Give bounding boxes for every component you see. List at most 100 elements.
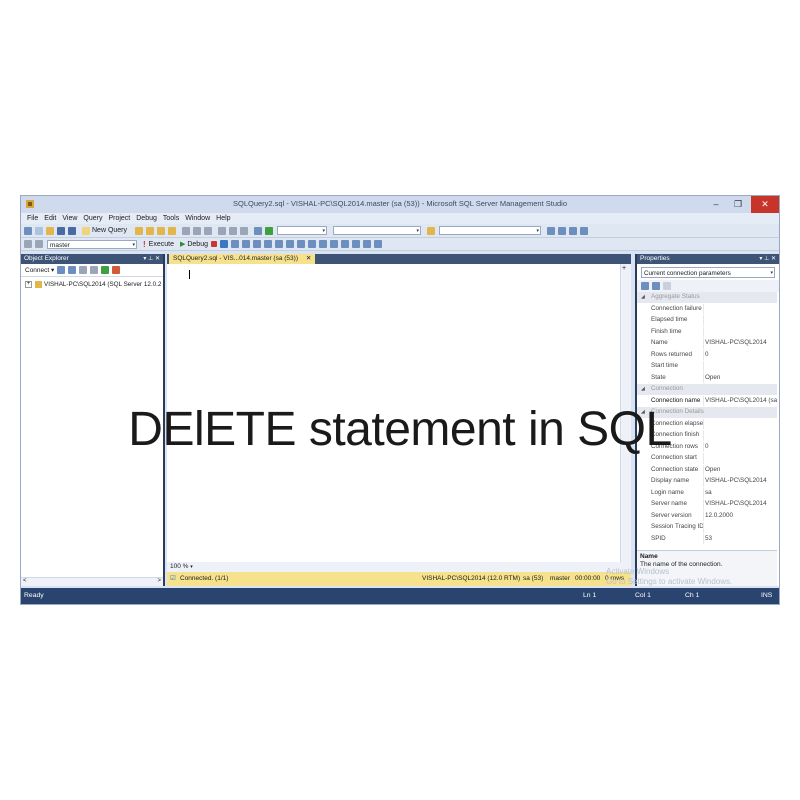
analysis-query-icon[interactable] <box>146 226 155 235</box>
toolbar-options-icon[interactable] <box>580 226 589 235</box>
connect-server-icon[interactable] <box>57 266 66 274</box>
uncomment-icon[interactable] <box>341 240 349 248</box>
properties-object-select[interactable]: Current connection parameters ▾ <box>641 267 775 278</box>
open-file-icon[interactable] <box>46 226 54 235</box>
property-row[interactable]: Display name VISHAL-PC\SQL2014 <box>637 476 777 487</box>
connect-dropdown[interactable]: Connect ▾ <box>25 266 54 274</box>
property-row[interactable]: Server name VISHAL-PC\SQL2014 <box>637 499 777 510</box>
results-text-icon[interactable] <box>297 240 305 248</box>
property-row[interactable]: State Open <box>637 372 777 384</box>
property-pages-icon[interactable] <box>663 282 671 290</box>
property-row[interactable]: SPID 53 <box>637 533 777 545</box>
display-plan-icon[interactable] <box>231 240 239 248</box>
property-row[interactable]: Server version 12.0.2000 <box>637 510 777 522</box>
maximize-button[interactable]: ❐ <box>727 196 749 213</box>
config-combo[interactable]: ▾ <box>277 226 328 235</box>
categorized-icon[interactable] <box>641 282 649 290</box>
mdx-query-icon[interactable] <box>157 226 166 235</box>
property-row[interactable]: Rows returned 0 <box>637 349 777 361</box>
db-engine-query-icon[interactable] <box>135 226 144 235</box>
panel-pin-icon[interactable]: ▾ ⊥ ✕ <box>143 254 160 264</box>
dmx-query-icon[interactable] <box>168 226 177 235</box>
add-item-icon[interactable] <box>35 226 43 235</box>
tab-sqlquery2[interactable]: SQLQuery2.sql - VIS...014.master (sa (53… <box>169 254 316 264</box>
property-row[interactable]: Elapsed time <box>637 315 777 326</box>
execute-button[interactable]: ! Execute <box>143 240 174 249</box>
menu-tools[interactable]: Tools <box>163 215 179 222</box>
property-name: Server name <box>651 500 688 507</box>
paste-icon[interactable] <box>204 226 213 235</box>
decrease-indent-icon[interactable] <box>352 240 360 248</box>
menu-project[interactable]: Project <box>108 215 130 222</box>
include-plan-icon[interactable] <box>275 240 283 248</box>
property-row[interactable]: Start time <box>637 361 777 372</box>
property-row[interactable]: Login name sa <box>637 487 777 499</box>
activity-monitor-icon[interactable] <box>112 266 121 274</box>
alphabetical-icon[interactable] <box>652 282 660 290</box>
specify-values-icon[interactable] <box>374 240 382 248</box>
database-select[interactable]: master ▾ <box>47 239 137 249</box>
tab-close-icon[interactable]: ✕ <box>306 255 311 262</box>
results-file-icon[interactable] <box>319 240 327 248</box>
menu-edit[interactable]: Edit <box>44 215 56 222</box>
navigate-icon[interactable] <box>240 226 249 235</box>
save-all-icon[interactable] <box>68 226 76 235</box>
zoom-level[interactable]: 100 % ▾ <box>167 562 631 572</box>
properties-window-icon[interactable] <box>558 226 567 235</box>
horizontal-scrollbar[interactable]: < > <box>21 577 163 586</box>
parse-icon[interactable] <box>220 240 228 248</box>
property-category[interactable]: ◢ Connection <box>637 384 777 395</box>
new-query-button[interactable]: New Query <box>82 226 127 235</box>
query-designer-icon[interactable] <box>242 240 250 248</box>
property-row[interactable]: Session Tracing ID <box>637 522 777 533</box>
intellisense-icon[interactable] <box>264 240 272 248</box>
filter-icon[interactable] <box>90 266 99 274</box>
split-icon[interactable]: + <box>622 265 626 272</box>
menu-help[interactable]: Help <box>216 215 230 222</box>
server-node[interactable]: + VISHAL-PC\SQL2014 (SQL Server 12.0.2 <box>21 279 163 290</box>
property-name: Rows returned <box>651 350 692 358</box>
panel-pin-icon[interactable]: ▾ ⊥ ✕ <box>759 254 776 264</box>
query-options-icon[interactable] <box>253 240 261 248</box>
solution-explorer-icon[interactable] <box>547 226 556 235</box>
save-icon[interactable] <box>57 226 65 235</box>
property-row[interactable]: Connection failure <box>637 303 777 315</box>
expand-icon[interactable]: + <box>25 281 32 288</box>
start-icon[interactable] <box>265 226 274 235</box>
minimize-button[interactable]: – <box>705 196 727 213</box>
debug-button[interactable]: ▶ Debug <box>180 240 208 249</box>
refresh-icon[interactable] <box>101 266 110 274</box>
new-project-icon[interactable] <box>24 226 32 235</box>
comment-icon[interactable] <box>330 240 338 248</box>
menu-view[interactable]: View <box>62 215 77 222</box>
copy-icon[interactable] <box>193 226 202 235</box>
platform-combo[interactable]: ▾ <box>333 226 422 235</box>
connect-icon[interactable] <box>24 240 32 248</box>
find-icon[interactable] <box>427 226 436 235</box>
results-grid-icon[interactable] <box>308 240 316 248</box>
collapse-icon[interactable]: ◢ <box>641 384 645 395</box>
property-name: SPID <box>651 534 666 542</box>
close-button[interactable]: ✕ <box>751 196 779 213</box>
property-category[interactable]: ◢ Aggregate Status <box>637 292 777 303</box>
property-row[interactable]: Name VISHAL-PC\SQL2014 <box>637 338 777 349</box>
undo-icon[interactable] <box>218 226 227 235</box>
redo-icon[interactable] <box>229 226 238 235</box>
change-connection-icon[interactable] <box>35 240 43 248</box>
toolbox-icon[interactable] <box>569 226 578 235</box>
menu-window[interactable]: Window <box>185 215 210 222</box>
stop-icon[interactable] <box>79 266 88 274</box>
collapse-icon[interactable]: ◢ <box>641 292 645 303</box>
cancel-query-icon[interactable] <box>211 241 217 247</box>
cut-icon[interactable] <box>182 226 191 235</box>
increase-indent-icon[interactable] <box>363 240 371 248</box>
menu-file[interactable]: File <box>27 215 38 222</box>
property-row[interactable]: Connection state Open <box>637 464 777 476</box>
solution-config-icon[interactable] <box>254 226 263 235</box>
disconnect-icon[interactable] <box>68 266 77 274</box>
property-row[interactable]: Finish time <box>637 326 777 338</box>
menu-query[interactable]: Query <box>83 215 102 222</box>
client-stats-icon[interactable] <box>286 240 294 248</box>
menu-debug[interactable]: Debug <box>136 215 157 222</box>
find-combo[interactable]: ▾ <box>439 226 542 235</box>
